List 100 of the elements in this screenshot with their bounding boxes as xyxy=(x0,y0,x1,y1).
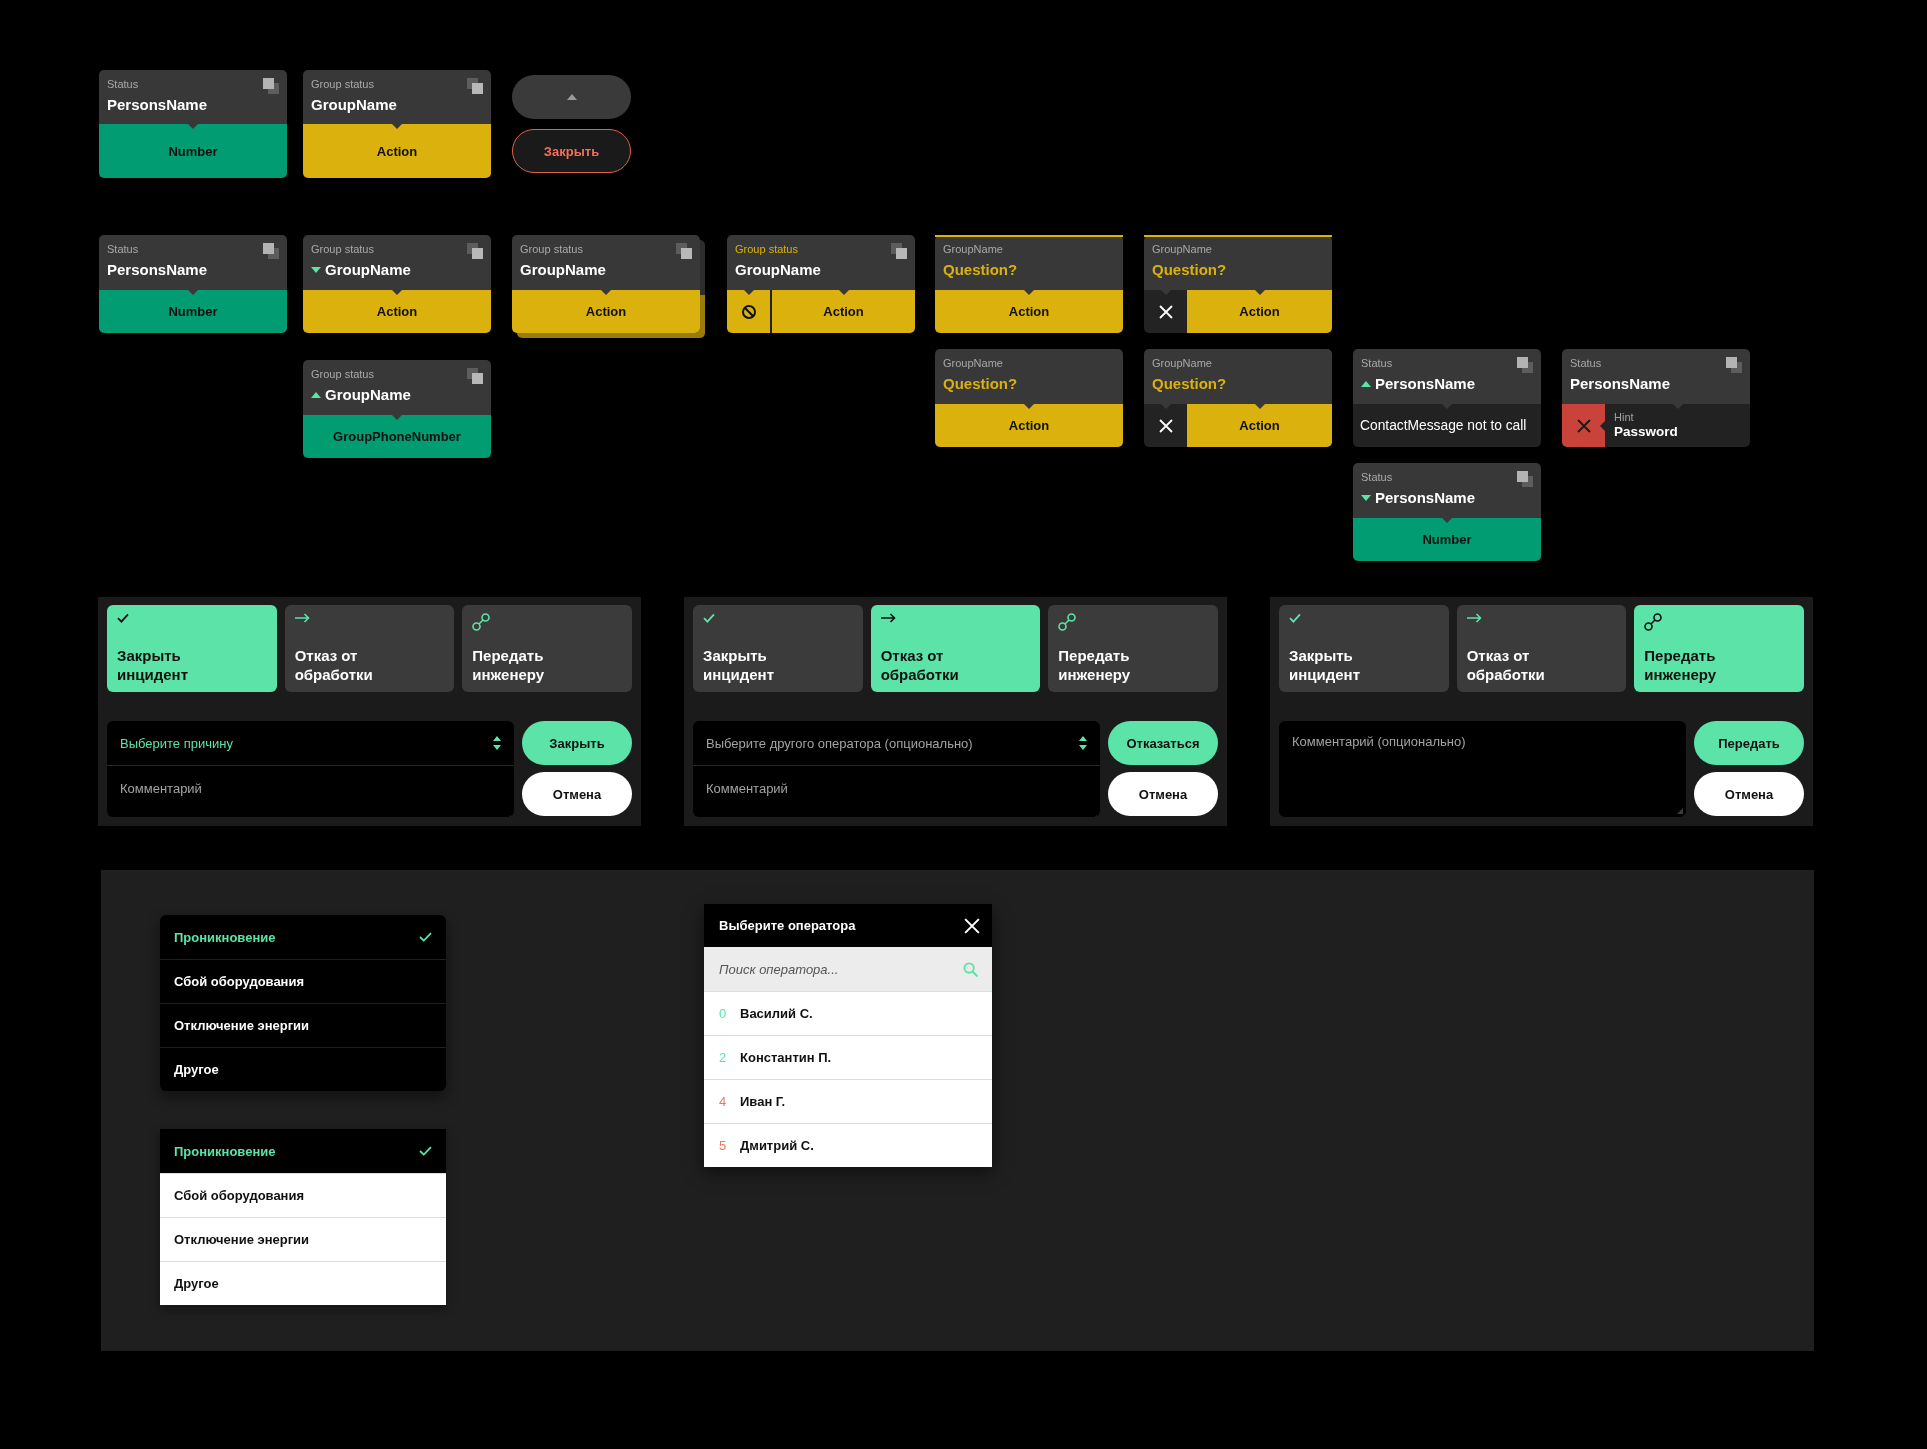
action-button[interactable]: Action xyxy=(1187,290,1332,333)
card-title: PersonsName xyxy=(1375,374,1476,394)
option-tile[interactable]: Закрыть инцидент xyxy=(107,605,277,692)
card-label: Group status xyxy=(311,242,374,256)
confirm-button[interactable]: Закрыть xyxy=(522,721,632,765)
close-icon xyxy=(1158,304,1173,319)
operator-item[interactable]: 0 Василий С. xyxy=(704,991,992,1035)
close-icon xyxy=(1576,418,1591,433)
check-icon xyxy=(703,613,715,623)
sort-arrows-icon xyxy=(493,736,501,750)
action-button[interactable]: Action xyxy=(1187,404,1332,447)
menu-item[interactable]: Проникновение xyxy=(160,915,446,959)
resize-handle-icon xyxy=(1677,808,1683,814)
card-label: GroupName xyxy=(1152,356,1212,370)
menu-item[interactable]: Проникновение xyxy=(160,1129,446,1173)
option-tile[interactable]: Закрыть инцидент xyxy=(693,605,863,692)
option-tile[interactable]: Закрыть инцидент xyxy=(1279,605,1449,692)
operator-item[interactable]: 2 Константин П. xyxy=(704,1035,992,1079)
action-button[interactable]: Action xyxy=(935,290,1123,333)
number-button[interactable]: GroupPhoneNumber xyxy=(303,415,491,458)
number-button[interactable]: Number xyxy=(99,124,287,178)
menu-item[interactable]: Отключение энергии xyxy=(160,1003,446,1047)
card-label: Group status xyxy=(311,77,374,91)
connected-nodes-icon xyxy=(1644,613,1663,631)
card-title: PersonsName xyxy=(107,95,208,115)
operator-item[interactable]: 4 Иван Г. xyxy=(704,1079,992,1123)
arrow-right-icon xyxy=(880,613,896,623)
dismiss-button[interactable] xyxy=(1144,404,1187,447)
status-number: 2 xyxy=(719,1050,728,1065)
option-tile[interactable]: Передать инженеру xyxy=(462,605,632,692)
copy-icon xyxy=(263,243,279,259)
card-title: Question? xyxy=(1152,374,1227,394)
comment-field[interactable]: Комментарий xyxy=(107,766,514,817)
menu-item[interactable]: Другое xyxy=(160,1047,446,1091)
option-tile[interactable]: Отказ от обработки xyxy=(1456,605,1627,692)
search-input[interactable]: Поиск оператора... xyxy=(719,959,955,979)
comment-field[interactable]: Комментарий (опционально) xyxy=(1279,721,1686,817)
action-button[interactable]: Action xyxy=(303,290,491,333)
select-field[interactable]: Выберите другого оператора (опционально) xyxy=(693,721,1100,765)
card-title: Question? xyxy=(943,374,1018,394)
cancel-button[interactable]: Отмена xyxy=(1694,772,1804,816)
triangle-up-icon[interactable] xyxy=(311,392,321,398)
card-label: Group status xyxy=(735,242,798,256)
card-title: GroupName xyxy=(520,260,606,280)
close-icon xyxy=(1158,418,1173,433)
operator-item[interactable]: 5 Дмитрий С. xyxy=(704,1123,992,1167)
close-icon xyxy=(964,917,980,934)
triangle-down-icon[interactable] xyxy=(311,267,321,273)
copy-icon xyxy=(263,78,279,94)
connected-nodes-icon xyxy=(472,613,491,631)
card-title: PersonsName xyxy=(1570,374,1671,394)
action-button[interactable]: Action xyxy=(772,290,915,333)
option-tile[interactable]: Отказ от обработки xyxy=(870,605,1041,692)
card-label: Status xyxy=(107,242,139,256)
confirm-button[interactable]: Отказаться xyxy=(1108,721,1218,765)
action-button[interactable]: Action xyxy=(303,124,491,178)
card-title: GroupName xyxy=(311,95,397,115)
copy-icon xyxy=(1517,471,1533,487)
close-button[interactable]: Закрыть xyxy=(512,129,631,173)
number-button[interactable]: Number xyxy=(99,290,287,333)
search-field[interactable]: Поиск оператора... xyxy=(704,947,992,991)
menu-item[interactable]: Другое xyxy=(160,1261,446,1305)
select-field[interactable]: Выберите причину xyxy=(107,721,514,765)
number-button[interactable]: Number xyxy=(1353,518,1541,561)
menu-item[interactable]: Отключение энергии xyxy=(160,1217,446,1261)
close-button[interactable] xyxy=(964,917,980,934)
card-label: Status xyxy=(107,77,139,91)
search-icon xyxy=(963,961,978,977)
arrow-right-icon xyxy=(1466,613,1482,623)
copy-icon xyxy=(891,243,907,259)
block-button[interactable] xyxy=(727,290,772,333)
option-tile[interactable]: Отказ от обработки xyxy=(284,605,455,692)
cancel-button[interactable]: Отмена xyxy=(522,772,632,816)
action-button[interactable]: Action xyxy=(935,404,1123,447)
card-label: GroupName xyxy=(943,242,1003,256)
dialog-title: Выберите оператора xyxy=(719,918,856,933)
comment-field[interactable]: Комментарий xyxy=(693,766,1100,817)
menu-item[interactable]: Сбой оборудования xyxy=(160,1173,446,1217)
action-button[interactable]: Action xyxy=(512,290,700,333)
status-number: 5 xyxy=(719,1138,728,1153)
card-title: PersonsName xyxy=(107,260,208,280)
connected-nodes-icon xyxy=(1058,613,1077,631)
check-icon xyxy=(117,613,129,623)
menu-item[interactable]: Сбой оборудования xyxy=(160,959,446,1003)
card-label: Group status xyxy=(311,367,374,381)
confirm-button[interactable]: Передать xyxy=(1694,721,1804,765)
option-tile[interactable]: Передать инженеру xyxy=(1048,605,1218,692)
card-title: GroupName xyxy=(325,260,411,280)
card-label: Status xyxy=(1361,470,1393,484)
dismiss-button[interactable] xyxy=(1144,290,1187,333)
triangle-down-icon[interactable] xyxy=(1361,495,1371,501)
copy-icon xyxy=(467,78,483,94)
card-title: Question? xyxy=(943,260,1018,280)
clear-button[interactable] xyxy=(1562,404,1605,447)
caret-up-icon xyxy=(566,94,577,100)
cancel-button[interactable]: Отмена xyxy=(1108,772,1218,816)
option-tile[interactable]: Передать инженеру xyxy=(1634,605,1804,692)
arrow-right-icon xyxy=(294,613,310,623)
triangle-up-icon[interactable] xyxy=(1361,381,1371,387)
sort-arrows-icon xyxy=(1079,736,1087,750)
